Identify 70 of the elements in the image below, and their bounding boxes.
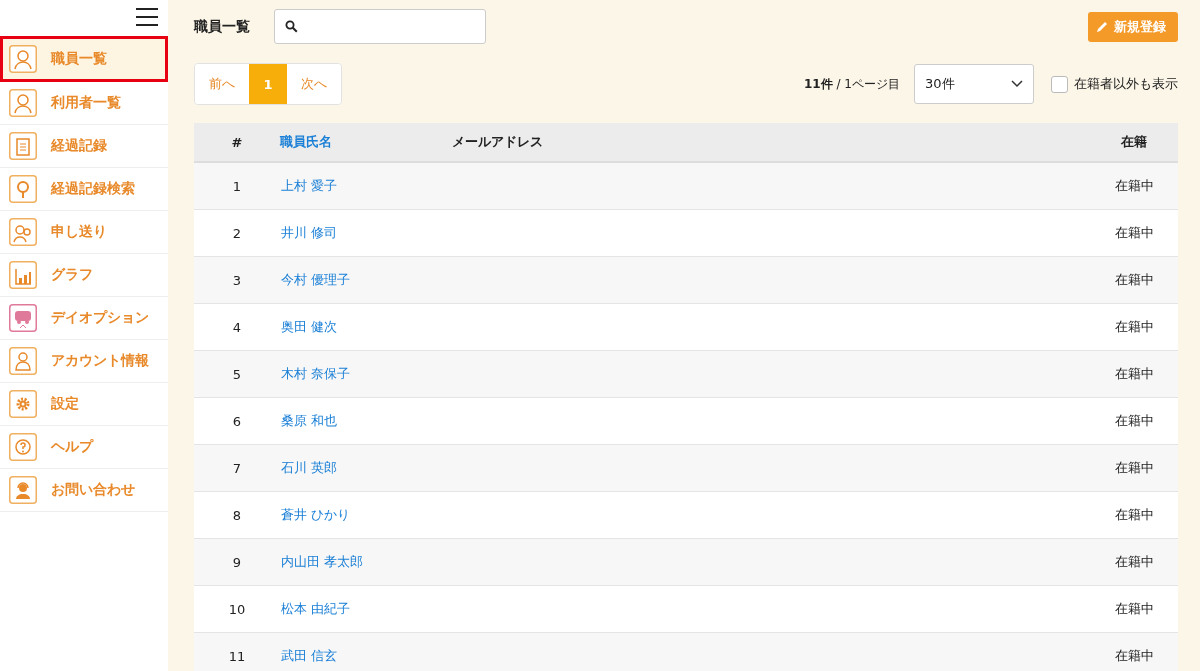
gear-icon: [9, 390, 37, 418]
status-cell: 在籍中: [1114, 460, 1154, 475]
row-number: 1: [232, 178, 242, 194]
sidebar-item[interactable]: デイオプション: [0, 297, 168, 340]
row-number: 9: [232, 554, 242, 570]
headset-icon: [9, 476, 37, 504]
checkbox[interactable]: [1051, 75, 1068, 93]
sidebar-item[interactable]: グラフ: [0, 254, 168, 297]
status-cell: 在籍中: [1114, 601, 1154, 616]
row-number: 5: [232, 366, 242, 382]
result-count: 11件 / 1ページ目: [804, 75, 900, 93]
person-icon: [9, 89, 37, 117]
sidebar-item[interactable]: 設定: [0, 383, 168, 426]
sidebar-item[interactable]: 職員一覧: [0, 36, 168, 82]
status-cell: 在籍中: [1114, 178, 1154, 193]
row-number: 7: [232, 460, 242, 476]
column-header: #: [194, 123, 280, 162]
row-number: 4: [232, 319, 242, 335]
sidebar-item[interactable]: お問い合わせ: [0, 469, 168, 512]
page-button[interactable]: 1: [249, 64, 287, 104]
clipboard-icon: [9, 132, 37, 160]
status-cell: 在籍中: [1114, 413, 1154, 428]
column-header[interactable]: 職員氏名: [280, 123, 452, 162]
status-cell: 在籍中: [1114, 554, 1154, 569]
status-cell: 在籍中: [1114, 366, 1154, 381]
staff-name-link[interactable]: 上村 愛子: [281, 178, 338, 193]
bus-icon: [9, 304, 37, 332]
checkbox-label[interactable]: 在籍者以外も表示: [1074, 75, 1178, 93]
status-cell: 在籍中: [1114, 507, 1154, 522]
page-title: 職員一覧: [194, 17, 250, 36]
row-number: 2: [232, 225, 242, 241]
column-header: 在籍: [1090, 123, 1178, 162]
sidebar-item[interactable]: 経過記録: [0, 125, 168, 168]
sidebar-item[interactable]: 経過記録検索: [0, 168, 168, 211]
status-cell: 在籍中: [1114, 319, 1154, 334]
chevron-down-icon: [1011, 80, 1023, 88]
sidebar-item[interactable]: ヘルプ: [0, 426, 168, 469]
status-cell: 在籍中: [1114, 272, 1154, 287]
staff-name-link[interactable]: 内山田 孝太郎: [281, 554, 364, 569]
per-page-select[interactable]: 30件: [914, 64, 1034, 104]
row-number: 3: [232, 272, 242, 288]
staff-name-link[interactable]: 武田 信玄: [281, 648, 338, 663]
staff-name-link[interactable]: 今村 優理子: [281, 272, 351, 287]
row-number: 8: [232, 507, 242, 523]
row-number: 6: [232, 413, 242, 429]
staff-name-link[interactable]: 石川 英郎: [281, 460, 338, 475]
pencil-icon: [1096, 20, 1109, 33]
sidebar-item[interactable]: アカウント情報: [0, 340, 168, 383]
staff-name-link[interactable]: 木村 奈保子: [281, 366, 351, 381]
row-number: 10: [228, 601, 246, 617]
person-icon: [9, 44, 37, 73]
staff-name-link[interactable]: 松本 由紀子: [281, 601, 351, 616]
staff-name-link[interactable]: 奥田 健次: [281, 319, 338, 334]
people-icon: [9, 218, 37, 246]
bar-chart-icon: [9, 261, 37, 289]
help-icon: [9, 433, 37, 461]
staff-name-link[interactable]: 桑原 和也: [281, 413, 338, 428]
row-number: 11: [228, 648, 246, 664]
new-registration-button[interactable]: 新規登録: [1088, 11, 1178, 42]
person-icon: [9, 347, 37, 375]
column-header: メールアドレス: [452, 123, 1090, 162]
sidebar-item[interactable]: 申し送り: [0, 211, 168, 254]
status-cell: 在籍中: [1114, 225, 1154, 240]
search-field[interactable]: [274, 9, 486, 44]
sidebar-item[interactable]: 利用者一覧: [0, 82, 168, 125]
staff-name-link[interactable]: 井川 修司: [281, 225, 338, 240]
menu-icon[interactable]: [136, 8, 158, 26]
search-icon: [285, 20, 298, 33]
status-cell: 在籍中: [1114, 648, 1154, 663]
staff-name-link[interactable]: 蒼井 ひかり: [281, 507, 351, 522]
